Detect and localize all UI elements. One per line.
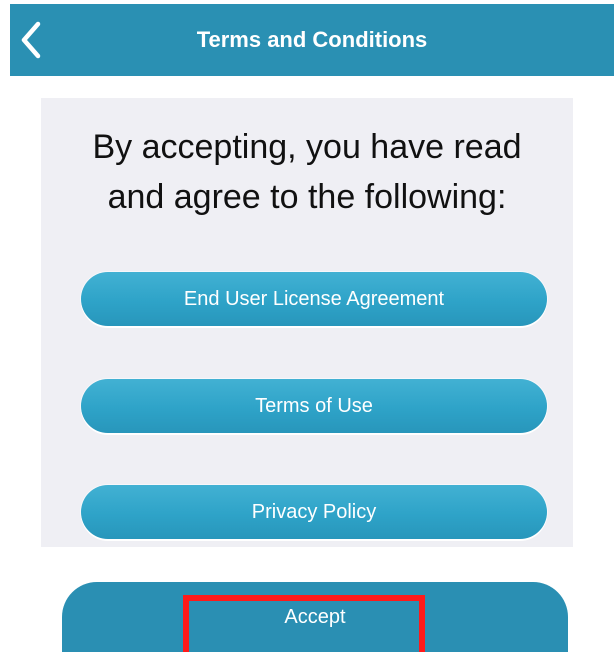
terms-panel: By accepting, you have read and agree to… [41, 98, 573, 547]
accept-label: Accept [284, 606, 346, 628]
end-user-license-agreement-button[interactable]: End User License Agreement [81, 272, 547, 326]
intro-text: By accepting, you have read and agree to… [41, 122, 573, 222]
accept-button[interactable]: Accept [62, 582, 568, 652]
terms-screen: Terms and Conditions By accepting, you h… [0, 0, 614, 652]
intro-line-1: By accepting, you have read [92, 128, 522, 166]
terms-of-use-button[interactable]: Terms of Use [81, 379, 547, 433]
privacy-policy-button[interactable]: Privacy Policy [81, 485, 547, 539]
chevron-left-icon [21, 21, 41, 59]
intro-line-2: and agree to the following: [107, 178, 507, 216]
navigation-bar: Terms and Conditions [10, 4, 614, 76]
page-title: Terms and Conditions [196, 27, 428, 52]
back-button[interactable] [14, 18, 50, 62]
